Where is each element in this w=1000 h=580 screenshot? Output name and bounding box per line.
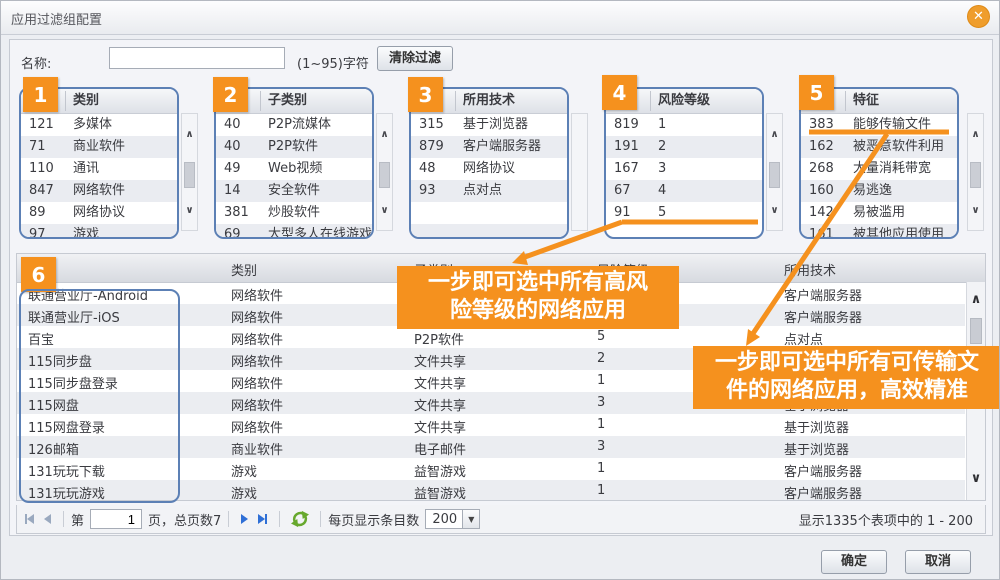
annotation-badge-6: 6 [21,257,56,292]
scroll-up-icon[interactable]: ∧ [377,128,392,142]
list-item[interactable]: 162被恶意软件利用 [801,136,957,158]
list-item[interactable]: 161被其他应用使用 [801,224,957,239]
list-filler [411,224,567,239]
list-item[interactable]: 8191 [606,114,762,136]
clear-filter-button[interactable]: 清除过滤 [377,46,453,71]
list-item[interactable]: 674 [606,180,762,202]
risk-level-scrollbar[interactable]: ∧ ∨ [766,113,783,231]
refresh-icon[interactable] [291,510,309,528]
column-header-technology: 所用技术 [784,260,836,279]
prev-page-icon[interactable] [44,514,51,524]
list-item[interactable]: 14安全软件 [216,180,372,202]
list-item[interactable]: 1673 [606,158,762,180]
scroll-up-icon[interactable]: ∧ [767,128,782,142]
last-page-icon[interactable] [258,514,267,524]
app-filter-group-dialog: 应用过滤组配置 ✕ 名称: (1~95)字符 清除过滤 1 2 3 4 5 类别… [0,0,1000,580]
dialog-titlebar: 应用过滤组配置 [1,1,1000,35]
divider [279,511,280,527]
annotation-badge-5: 5 [799,75,834,110]
name-input[interactable] [109,47,285,69]
table-range-status: 显示1335个表项中的 1 - 200 [799,510,973,529]
list-item[interactable]: 268大量消耗带宽 [801,158,957,180]
per-page-select[interactable]: 200 ▼ [425,509,480,529]
scroll-thumb[interactable] [970,162,981,188]
scroll-up-icon[interactable]: ∧ [968,128,983,142]
name-length-hint: (1~95)字符 [297,53,369,72]
list-item[interactable]: 40P2P流媒体 [216,114,372,136]
annotation-badge-2: 2 [213,77,248,112]
list-item[interactable]: 93点对点 [411,180,567,202]
table-row[interactable]: 百宝网络软件P2P软件5点对点 [17,326,965,348]
subcategory-scrollbar[interactable]: ∧ ∨ [376,113,393,231]
list-item[interactable]: 160易逃逸 [801,180,957,202]
per-page-label: 每页显示条目数 [328,510,419,529]
list-item[interactable]: 48网络协议 [411,158,567,180]
list-item[interactable]: 49Web视频 [216,158,372,180]
scroll-thumb[interactable] [379,162,390,188]
list-item[interactable]: 142易被滥用 [801,202,957,224]
category-scrollbar[interactable]: ∧ ∨ [181,113,198,231]
scroll-thumb[interactable] [970,318,982,344]
dialog-title: 应用过滤组配置 [11,9,102,28]
chevron-down-icon[interactable]: ▼ [463,509,480,529]
technology-scrollbar[interactable] [571,113,588,231]
callout-file-transfer: 一步即可选中所有可传输文 件的网络应用，高效精准 [693,346,1000,409]
scroll-down-icon[interactable]: ∨ [182,204,197,218]
table-row[interactable]: 115网盘登录网络软件文件共享1基于浏览器 [17,414,965,436]
list-item[interactable]: 110通讯 [21,158,177,180]
annotation-badge-3: 3 [408,77,443,112]
annotation-badge-4: 4 [602,75,637,110]
scroll-down-icon[interactable]: ∨ [968,204,983,218]
divider [63,511,64,527]
table-row[interactable]: 126邮箱商业软件电子邮件3基于浏览器 [17,436,965,458]
column-header-category: 类别 [231,260,257,279]
scroll-down-icon[interactable]: ∨ [377,204,392,218]
list-item[interactable]: 315基于浏览器 [411,114,567,136]
list-item[interactable]: 121多媒体 [21,114,177,136]
list-item[interactable]: 847网络软件 [21,180,177,202]
list-item[interactable]: 383能够传输文件 [801,114,957,136]
callout-high-risk: 一步即可选中所有高风 险等级的网络应用 [397,266,679,329]
next-page-icon[interactable] [241,514,248,524]
per-page-value: 200 [425,509,463,529]
name-label: 名称: [21,53,51,72]
table-row[interactable]: 131玩玩游戏游戏益智游戏1客户端服务器 [17,480,965,500]
list-item[interactable]: 915 [606,202,762,224]
annotation-badge-1: 1 [23,77,58,112]
list-item[interactable]: 40P2P软件 [216,136,372,158]
list-item[interactable]: 97游戏 [21,224,177,239]
divider [228,511,229,527]
divider [320,511,321,527]
list-item[interactable]: 89网络协议 [21,202,177,224]
list-item[interactable]: 879客户端服务器 [411,136,567,158]
page-number-input[interactable] [90,509,142,529]
first-page-icon[interactable] [25,514,34,524]
list-item[interactable]: 71商业软件 [21,136,177,158]
page-suffix: 页，总页数7 [148,510,221,529]
cancel-button[interactable]: 取消 [905,550,971,574]
list-filler [411,202,567,224]
list-item[interactable]: 381炒股软件 [216,202,372,224]
close-icon[interactable]: ✕ [967,5,990,28]
list-item[interactable]: 69大型多人在线游戏 [216,224,372,239]
ok-button[interactable]: 确定 [821,550,887,574]
scroll-down-icon[interactable]: ∨ [767,204,782,218]
page-prefix: 第 [71,510,84,529]
pagination-bar: 第 页，总页数7 每页显示条目数 200 ▼ 显示1335个表项中的 1 - 2… [16,505,986,534]
scroll-up-icon[interactable]: ∧ [182,128,197,142]
scroll-up-icon[interactable]: ∧ [967,292,985,307]
table-row[interactable]: 131玩玩下载游戏益智游戏1客户端服务器 [17,458,965,480]
list-item[interactable]: 1912 [606,136,762,158]
scroll-down-icon[interactable]: ∨ [967,471,985,486]
scroll-thumb[interactable] [184,162,195,188]
scroll-thumb[interactable] [769,162,780,188]
feature-scrollbar[interactable]: ∧ ∨ [967,113,984,231]
